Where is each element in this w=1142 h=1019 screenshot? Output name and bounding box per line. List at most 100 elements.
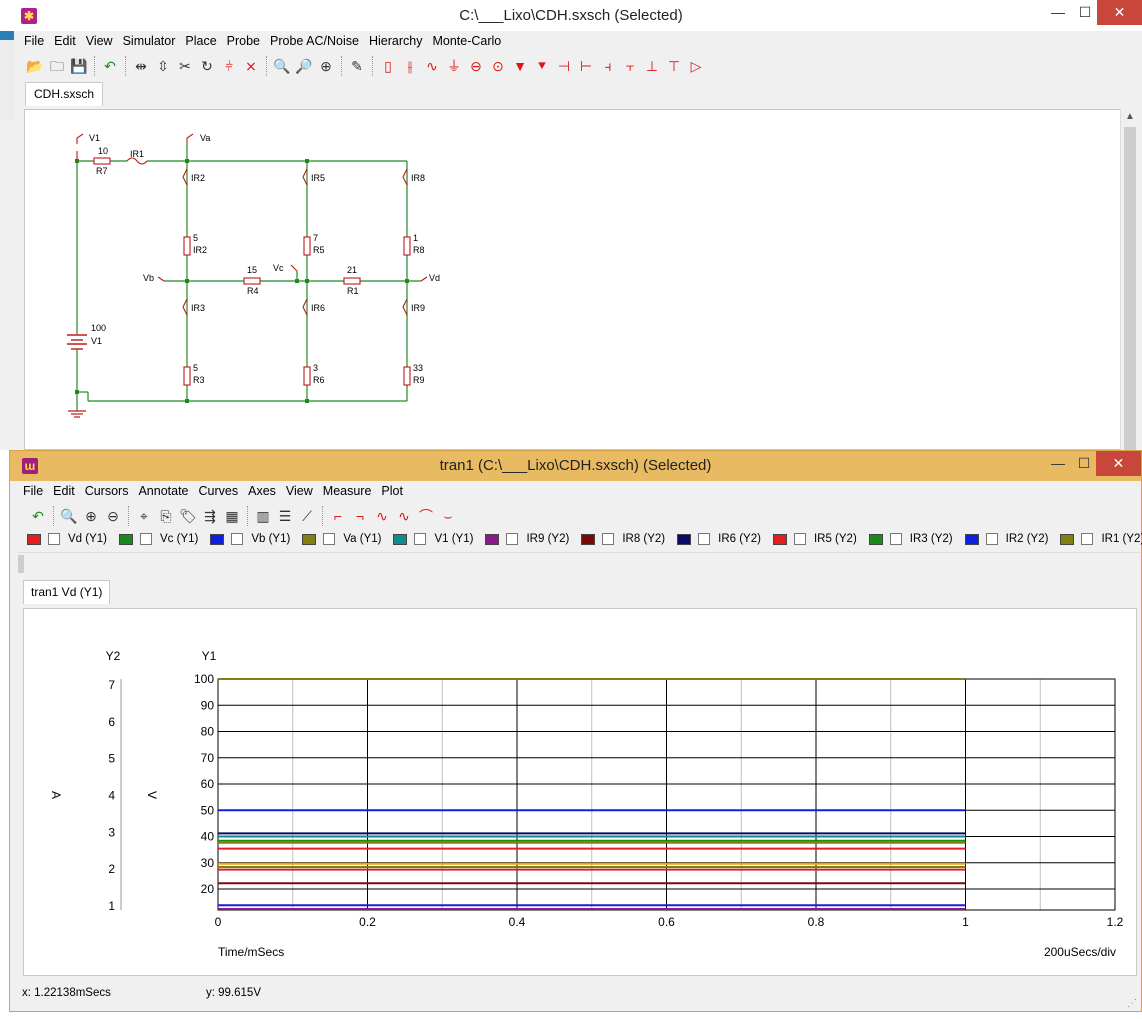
- current-source-icon[interactable]: ⊙: [487, 55, 509, 77]
- flip-vertical-icon[interactable]: ⇳: [152, 55, 174, 77]
- tab-tran1-vd[interactable]: tran1 Vd (Y1): [23, 580, 111, 604]
- stack-axes-icon[interactable]: ☰: [274, 505, 296, 527]
- legend-item[interactable]: Vb (Y1): [210, 533, 290, 545]
- zener-icon[interactable]: ⯆: [531, 55, 553, 77]
- legend-checkbox[interactable]: [698, 533, 711, 545]
- cut-icon[interactable]: ✂: [174, 55, 196, 77]
- legend-checkbox[interactable]: [48, 533, 60, 545]
- legend-color-swatch[interactable]: [27, 533, 41, 545]
- menu-edit[interactable]: Edit: [49, 30, 81, 52]
- legend-checkbox[interactable]: [985, 533, 998, 545]
- plot-menu-plot[interactable]: Plot: [376, 480, 408, 502]
- grid-icon[interactable]: ▥: [252, 505, 274, 527]
- menu-monte-carlo[interactable]: Monte-Carlo: [427, 30, 506, 52]
- pjfet-icon[interactable]: ⊤: [663, 55, 685, 77]
- plot-menu-cursors[interactable]: Cursors: [80, 480, 134, 502]
- fit-axes-icon[interactable]: ⟋: [296, 505, 318, 527]
- menu-view[interactable]: View: [81, 30, 118, 52]
- menu-probe[interactable]: Probe: [222, 30, 265, 52]
- legend-color-swatch[interactable]: [868, 533, 883, 545]
- plot-menu-annotate[interactable]: Annotate: [133, 480, 193, 502]
- plot-undo-icon[interactable]: ↶: [27, 505, 49, 527]
- pnp-transistor-icon[interactable]: ⊢: [575, 55, 597, 77]
- legend-color-swatch[interactable]: [677, 533, 692, 545]
- legend-checkbox[interactable]: [602, 533, 615, 545]
- zoom-box-icon[interactable]: 🔍: [271, 55, 293, 77]
- rotate-icon[interactable]: ↻: [196, 55, 218, 77]
- schematic-canvas[interactable]: V1 Va Vb Vc Vd IR1 IR2 IR5 IR8 IR3 IR6 I…: [24, 109, 1124, 450]
- wire-pencil-icon[interactable]: ✎: [346, 55, 368, 77]
- plot-zoom-out-icon[interactable]: ⊖: [102, 505, 124, 527]
- menu-hierarchy[interactable]: Hierarchy: [364, 30, 428, 52]
- curve-colors-icon[interactable]: ▦: [221, 505, 243, 527]
- voltage-source-icon[interactable]: ⊖: [465, 55, 487, 77]
- plot-menu-edit[interactable]: Edit: [48, 480, 80, 502]
- plot-zoom-box-icon[interactable]: 🔍: [58, 505, 80, 527]
- highpass-3db-icon[interactable]: ⌣: [437, 505, 459, 527]
- menu-file[interactable]: File: [19, 30, 49, 52]
- legend-item[interactable]: Va (Y1): [302, 533, 381, 545]
- legend-item[interactable]: IR2 (Y2): [964, 533, 1048, 545]
- legend-color-swatch[interactable]: [393, 533, 408, 545]
- plot-menu-file[interactable]: File: [18, 480, 48, 502]
- menu-place[interactable]: Place: [180, 30, 221, 52]
- legend-checkbox[interactable]: [323, 533, 336, 545]
- legend-item[interactable]: IR5 (Y2): [772, 533, 857, 545]
- legend-checkbox[interactable]: [793, 533, 806, 545]
- inductor-icon[interactable]: ∿: [421, 55, 443, 77]
- flip-horizontal-icon[interactable]: ⇹: [130, 55, 152, 77]
- delete-icon[interactable]: ⨯: [240, 55, 262, 77]
- plot-close-button[interactable]: ✕: [1096, 451, 1141, 476]
- plot-menu-curves[interactable]: Curves: [194, 480, 244, 502]
- maximize-button[interactable]: ☐: [1070, 0, 1100, 25]
- select-curve-icon[interactable]: ⌖: [133, 505, 155, 527]
- ground-icon[interactable]: ⏚: [443, 55, 465, 77]
- resize-grip-icon[interactable]: ⋰: [1127, 998, 1137, 1009]
- minimize-button[interactable]: —: [1043, 0, 1073, 25]
- legend-color-swatch[interactable]: [302, 533, 317, 545]
- average-icon[interactable]: ∿: [393, 505, 415, 527]
- scroll-up-icon[interactable]: ▲: [1121, 111, 1139, 122]
- plot-menu-view[interactable]: View: [281, 480, 318, 502]
- legend-color-swatch[interactable]: [210, 533, 225, 545]
- plot-menu-axes[interactable]: Axes: [243, 480, 281, 502]
- save-icon[interactable]: 💾: [68, 55, 90, 77]
- legend-item[interactable]: V1 (Y1): [393, 533, 473, 545]
- menu-probe-ac-noise[interactable]: Probe AC/Noise: [265, 30, 364, 52]
- open-icon[interactable]: 📂: [24, 55, 46, 77]
- fall-time-icon[interactable]: ¬: [349, 505, 371, 527]
- zoom-in-icon[interactable]: ⊕: [315, 55, 337, 77]
- legend-item[interactable]: Vc (Y1): [119, 533, 198, 545]
- legend-color-swatch[interactable]: [485, 533, 500, 545]
- legend-item[interactable]: IR9 (Y2): [485, 533, 569, 545]
- zoom-out-icon[interactable]: 🔎: [293, 55, 315, 77]
- transient-chart[interactable]: 0 0.2 0.4 0.6 0.8 1 1.2 20 30 40 50 60 70 80 90 100 1 2 3 4…: [24, 609, 1136, 975]
- legend-item[interactable]: IR8 (Y2): [581, 533, 665, 545]
- bandwidth-3db-icon[interactable]: ⌒: [415, 505, 437, 527]
- legend-color-swatch[interactable]: [772, 533, 787, 545]
- legend-checkbox[interactable]: [506, 533, 519, 545]
- close-button[interactable]: ✕: [1097, 0, 1142, 25]
- legend-item[interactable]: IR6 (Y2): [677, 533, 761, 545]
- schematic-titlebar[interactable]: ✱ C:\___Lixo\CDH.sxsch (Selected) — ☐ ✕: [0, 0, 1142, 31]
- legend-color-swatch[interactable]: [1060, 533, 1075, 545]
- legend-item[interactable]: Vd (Y1): [27, 533, 107, 545]
- legend-color-swatch[interactable]: [581, 533, 596, 545]
- nmos-icon[interactable]: ⫞: [597, 55, 619, 77]
- legend-checkbox[interactable]: [889, 533, 902, 545]
- undo-icon[interactable]: ↶: [99, 55, 121, 77]
- npn-transistor-icon[interactable]: ⊣: [553, 55, 575, 77]
- legend-item[interactable]: IR1 (Y2): [1060, 533, 1142, 545]
- legend-color-swatch[interactable]: [964, 533, 979, 545]
- tab-cdh-sxsch[interactable]: CDH.sxsch: [25, 82, 104, 106]
- njfet-icon[interactable]: ⊥: [641, 55, 663, 77]
- legend-checkbox[interactable]: [231, 533, 244, 545]
- plot-zoom-in-icon[interactable]: ⊕: [80, 505, 102, 527]
- curve-label-icon[interactable]: 🏷: [177, 505, 199, 527]
- capacitor-icon[interactable]: ⫲: [399, 55, 421, 77]
- scroll-thumb[interactable]: [1124, 127, 1136, 457]
- plot-area[interactable]: 0 0.2 0.4 0.6 0.8 1 1.2 20 30 40 50 60 70 80 90 100 1 2 3 4…: [23, 608, 1137, 976]
- legend-item[interactable]: IR3 (Y2): [868, 533, 953, 545]
- plot-maximize-button[interactable]: ☐: [1069, 451, 1099, 476]
- copy-curve-icon[interactable]: ⎘: [155, 505, 177, 527]
